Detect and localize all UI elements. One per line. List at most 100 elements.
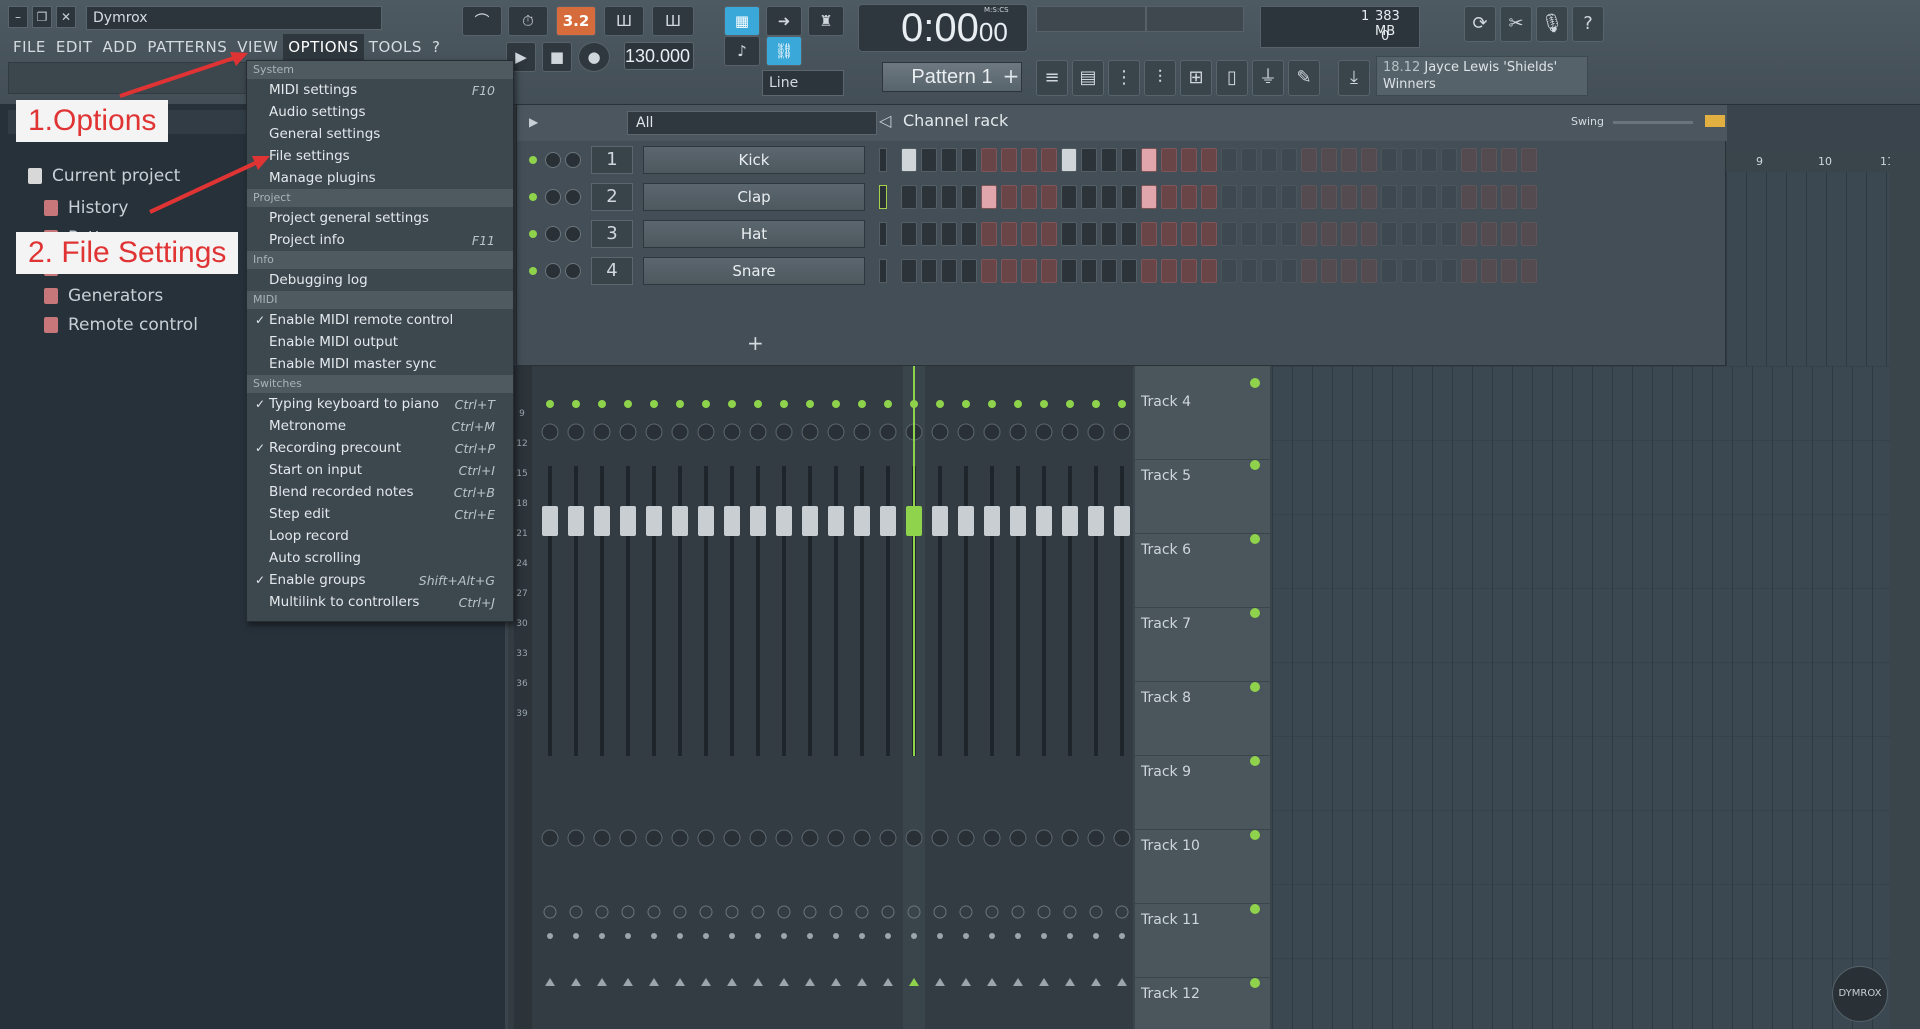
- step-button[interactable]: [981, 148, 997, 172]
- step-button[interactable]: [901, 259, 917, 283]
- stop-icon[interactable]: ■: [542, 42, 572, 72]
- browser-item-current-project[interactable]: Current project: [28, 166, 180, 186]
- menu-edit[interactable]: EDIT: [51, 34, 98, 60]
- step-button[interactable]: [1481, 259, 1497, 283]
- step-button[interactable]: [1041, 148, 1057, 172]
- step-button[interactable]: [1221, 259, 1237, 283]
- restore-icon[interactable]: ❐: [32, 6, 52, 28]
- step-button[interactable]: [1341, 148, 1357, 172]
- menu-tools[interactable]: TOOLS: [364, 34, 427, 60]
- playlist-track[interactable]: Track 7: [1135, 608, 1270, 682]
- track-mute-led[interactable]: [1250, 904, 1260, 914]
- step-button[interactable]: [1321, 148, 1337, 172]
- piano-roll-icon[interactable]: ▤: [1072, 60, 1104, 96]
- step-button[interactable]: [1381, 185, 1397, 209]
- step-button[interactable]: [1441, 148, 1457, 172]
- cut-icon[interactable]: ✂: [1500, 6, 1532, 42]
- step-button[interactable]: [901, 148, 917, 172]
- step-button[interactable]: [1081, 222, 1097, 246]
- mixer-track-number[interactable]: 1: [591, 146, 633, 174]
- step-button[interactable]: [1461, 259, 1477, 283]
- step-button[interactable]: [1461, 185, 1477, 209]
- track-mute-led[interactable]: [1250, 682, 1260, 692]
- channel-name-button[interactable]: Hat: [643, 220, 865, 248]
- playlist-scrollbar[interactable]: [1890, 152, 1920, 1029]
- tools-icon[interactable]: ✎: [1288, 60, 1320, 96]
- step-button[interactable]: [1121, 222, 1137, 246]
- piano-icon[interactable]: ♜: [808, 6, 844, 36]
- step-button[interactable]: [901, 222, 917, 246]
- pan-knob[interactable]: [545, 189, 561, 205]
- step-button[interactable]: [1001, 148, 1017, 172]
- menu-add[interactable]: ADD: [98, 34, 143, 60]
- step-button[interactable]: [1381, 259, 1397, 283]
- step-button[interactable]: [1481, 185, 1497, 209]
- step-button[interactable]: [981, 259, 997, 283]
- add-pattern-button[interactable]: +: [1000, 62, 1022, 92]
- step-button[interactable]: [1061, 148, 1077, 172]
- step-button[interactable]: [1081, 148, 1097, 172]
- menu-item-midi-settings[interactable]: MIDI settings F10: [247, 79, 513, 101]
- step-button[interactable]: [1521, 185, 1537, 209]
- step-button[interactable]: [1001, 259, 1017, 283]
- step-edit-icon[interactable]: ♪: [724, 36, 760, 66]
- step-button[interactable]: [1381, 148, 1397, 172]
- step-button[interactable]: [1121, 185, 1137, 209]
- menu-item-metronome[interactable]: Metronome Ctrl+M: [247, 415, 513, 437]
- step-button[interactable]: [1401, 222, 1417, 246]
- step-button[interactable]: [1401, 185, 1417, 209]
- step-button[interactable]: [1341, 259, 1357, 283]
- menu-item-audio-settings[interactable]: Audio settings: [247, 101, 513, 123]
- typing-keyboard-icon[interactable]: ▦: [724, 6, 760, 36]
- step-button[interactable]: [1421, 185, 1437, 209]
- step-button[interactable]: [1001, 185, 1017, 209]
- step-button[interactable]: [1481, 222, 1497, 246]
- menu-item-enable-midi-output[interactable]: Enable MIDI output: [247, 331, 513, 353]
- step-button[interactable]: [1141, 222, 1157, 246]
- playlist-track[interactable]: Track 10: [1135, 830, 1270, 904]
- playlist-grid[interactable]: [1272, 366, 1890, 1029]
- step-button[interactable]: [1121, 259, 1137, 283]
- graph-editor-icon[interactable]: [1705, 115, 1725, 127]
- arrow-right-icon[interactable]: ➜: [766, 6, 802, 36]
- menu-options[interactable]: OPTIONS: [283, 34, 364, 60]
- track-mute-led[interactable]: [1250, 978, 1260, 988]
- step-button[interactable]: [1241, 185, 1257, 209]
- step-button[interactable]: [1021, 185, 1037, 209]
- window-title[interactable]: Dymrox: [86, 6, 382, 30]
- step-button[interactable]: [1241, 222, 1257, 246]
- step-button[interactable]: [1181, 259, 1197, 283]
- step-button[interactable]: [1321, 259, 1337, 283]
- mute-led[interactable]: [529, 267, 537, 275]
- track-mute-led[interactable]: [1250, 534, 1260, 544]
- step-button[interactable]: [1421, 148, 1437, 172]
- playlist-track[interactable]: Track 11: [1135, 904, 1270, 978]
- step-button[interactable]: [1501, 222, 1517, 246]
- step-button[interactable]: [1301, 185, 1317, 209]
- playlist-track[interactable]: Track 5: [1135, 460, 1270, 534]
- step-button[interactable]: [1261, 185, 1277, 209]
- time-format-label[interactable]: M:S:CS: [984, 6, 1009, 14]
- step-button[interactable]: [921, 259, 937, 283]
- menu-help[interactable]: ?: [427, 34, 445, 60]
- step-button[interactable]: [1041, 222, 1057, 246]
- step-button[interactable]: [1101, 259, 1117, 283]
- minimize-icon[interactable]: –: [8, 6, 28, 28]
- multilink-icon[interactable]: ⛓: [766, 36, 802, 66]
- playlist-track[interactable]: Track 12: [1135, 978, 1270, 1029]
- step-button[interactable]: [921, 148, 937, 172]
- step-button[interactable]: [941, 185, 957, 209]
- channel-rack-icon[interactable]: ⋮: [1108, 60, 1140, 96]
- step-button[interactable]: [1461, 148, 1477, 172]
- news-panel[interactable]: 18.12 Jayce Lewis 'Shields' Winners: [1376, 56, 1588, 96]
- menu-patterns[interactable]: PATTERNS: [142, 34, 232, 60]
- expand-icon[interactable]: ▶: [529, 115, 538, 129]
- pattern-song-icon[interactable]: ⌒: [462, 6, 502, 36]
- step-button[interactable]: [1501, 259, 1517, 283]
- step-button[interactable]: [1061, 222, 1077, 246]
- menu-view[interactable]: VIEW: [232, 34, 283, 60]
- pan-knob[interactable]: [545, 152, 561, 168]
- step-button[interactable]: [1201, 148, 1217, 172]
- loop-record-icon[interactable]: Ш: [652, 6, 694, 36]
- browser-item-history[interactable]: History: [44, 198, 128, 218]
